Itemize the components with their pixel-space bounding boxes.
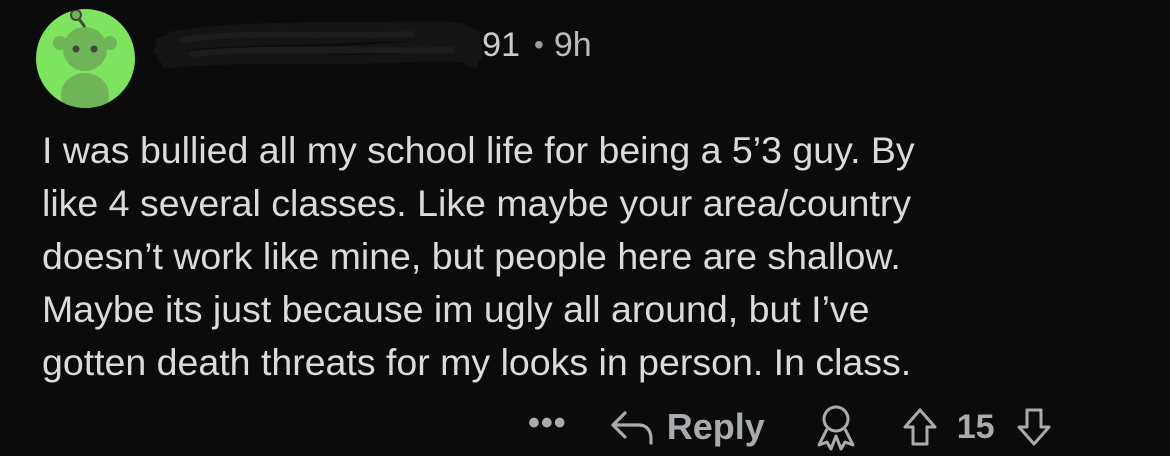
username[interactable]: 91	[152, 20, 520, 70]
meta-separator: •	[534, 29, 544, 60]
username-fragment: 91	[482, 26, 520, 64]
award-button[interactable]	[811, 403, 861, 451]
reply-label: Reply	[666, 406, 765, 447]
downvote-arrow-icon[interactable]	[1015, 406, 1053, 448]
comment-age: 9h	[553, 25, 592, 64]
comment-actions: ••• Reply 15	[528, 398, 1053, 456]
vote-controls: 15	[901, 406, 1053, 448]
vote-count: 15	[956, 407, 995, 446]
upvote-arrow-icon[interactable]	[901, 406, 939, 448]
reply-arrow-icon	[611, 411, 653, 445]
redaction-scribble	[153, 21, 482, 69]
user-avatar[interactable]	[36, 9, 135, 108]
more-options-button[interactable]: •••	[528, 406, 567, 441]
reply-button[interactable]: Reply	[609, 406, 765, 448]
award-icon	[817, 405, 855, 451]
snoo-avatar-icon	[53, 9, 117, 108]
comment-meta: 91 • 9h	[152, 20, 592, 70]
comment-body: I was bullied all my school life for bei…	[42, 129, 915, 383]
